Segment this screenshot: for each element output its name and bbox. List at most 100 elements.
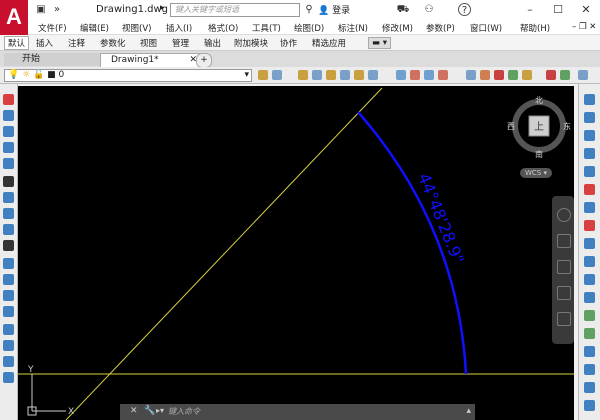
menu-format[interactable]: 格式(O): [208, 22, 238, 34]
tab-parametric[interactable]: 参数化: [100, 37, 126, 49]
layer-lock-icon[interactable]: [340, 70, 350, 80]
binoculars-icon[interactable]: ⚲: [302, 3, 316, 16]
menu-parameters[interactable]: 参数(P): [426, 22, 455, 34]
fillet-icon[interactable]: [3, 324, 14, 335]
right-tool-13-icon[interactable]: [584, 310, 595, 321]
tab-collaborate[interactable]: 协作: [280, 37, 297, 49]
layer-properties-icon[interactable]: [272, 70, 282, 80]
layer-iso-icon[interactable]: [298, 70, 308, 80]
tool-palettes-icon[interactable]: [508, 70, 518, 80]
tab-default[interactable]: 默认: [4, 36, 30, 50]
search-input[interactable]: 键入关键字或短语: [170, 3, 300, 17]
ribbon-toggle-icon[interactable]: ▬ ▾: [368, 37, 391, 49]
tab-annotate[interactable]: 注释: [68, 37, 85, 49]
more-icon[interactable]: »: [50, 3, 64, 16]
right-tool-15-icon[interactable]: [584, 346, 595, 357]
layer-match-icon[interactable]: [354, 70, 364, 80]
connect-icon[interactable]: ⚇: [422, 3, 436, 16]
tab-drawing1[interactable]: Drawing1* ✕: [100, 53, 202, 68]
layer-dropdown[interactable]: 💡 ☼ 🔓 ■ 0 ▾: [4, 69, 252, 82]
tab-view[interactable]: 视图: [140, 37, 157, 49]
right-tool-11-icon[interactable]: [584, 274, 595, 285]
break-icon[interactable]: [3, 274, 14, 285]
command-history-icon[interactable]: ▴: [466, 406, 471, 416]
close-icon[interactable]: ✕: [572, 0, 600, 20]
trim-icon[interactable]: [3, 240, 14, 251]
layer-off-icon[interactable]: [312, 70, 322, 80]
login-button[interactable]: 👤 登录: [318, 3, 350, 16]
menu-edit[interactable]: 编辑(E): [80, 22, 109, 34]
chamfer-icon[interactable]: [3, 306, 14, 317]
array-icon[interactable]: [3, 158, 14, 169]
menu-modify[interactable]: 修改(M): [382, 22, 413, 34]
mirror-icon[interactable]: [3, 126, 14, 137]
close-command-icon[interactable]: ✕: [130, 406, 138, 416]
right-tool-9-icon[interactable]: [584, 238, 595, 249]
zoom-previous-icon[interactable]: [410, 70, 420, 80]
rotate-icon[interactable]: [3, 192, 14, 203]
help-icon[interactable]: ?: [458, 3, 471, 16]
save-icon[interactable]: ▣: [34, 3, 48, 16]
sheet-set-icon[interactable]: [522, 70, 532, 80]
tab-addins[interactable]: 附加模块: [234, 37, 268, 49]
menu-insert[interactable]: 插入(I): [166, 22, 192, 34]
markup-icon[interactable]: [546, 70, 556, 80]
wcs-menu[interactable]: WCS ▾: [520, 168, 552, 178]
menu-file[interactable]: 文件(F): [38, 22, 67, 34]
right-tool-5-icon[interactable]: [584, 166, 595, 177]
right-tool-16-icon[interactable]: [584, 364, 595, 375]
right-tool-18-icon[interactable]: [584, 400, 595, 411]
app-logo[interactable]: A: [0, 0, 28, 35]
right-tool-1-icon[interactable]: [584, 94, 595, 105]
tab-insert[interactable]: 插入: [36, 37, 53, 49]
zoom-icon[interactable]: [557, 260, 571, 274]
maximize-icon[interactable]: ☐: [544, 0, 572, 20]
tab-manage[interactable]: 管理: [172, 37, 189, 49]
design-center-icon[interactable]: [494, 70, 504, 80]
right-tool-6-icon[interactable]: [584, 184, 595, 195]
toolbar-extra-icon[interactable]: [578, 70, 588, 80]
right-tool-2-icon[interactable]: [584, 112, 595, 123]
tab-featured-apps[interactable]: 精选应用: [312, 37, 346, 49]
spline-icon[interactable]: [3, 372, 14, 383]
right-tool-7-icon[interactable]: [584, 202, 595, 213]
right-tool-8-icon[interactable]: [584, 220, 595, 231]
menu-help[interactable]: 帮助(H): [520, 22, 550, 34]
layer-freeze-icon[interactable]: [326, 70, 336, 80]
move-icon[interactable]: [3, 176, 14, 187]
join-icon[interactable]: [3, 290, 14, 301]
properties-icon[interactable]: [466, 70, 476, 80]
right-tool-17-icon[interactable]: [584, 382, 595, 393]
showmotion-icon[interactable]: [557, 312, 571, 326]
orbit-icon[interactable]: [557, 286, 571, 300]
right-tool-4-icon[interactable]: [584, 148, 595, 159]
pan-icon[interactable]: [557, 234, 571, 248]
cart-icon[interactable]: ⛟: [396, 3, 410, 16]
recent-commands-icon[interactable]: ▸▾: [156, 406, 164, 415]
menu-window[interactable]: 窗口(W): [470, 22, 502, 34]
zoom-window-icon[interactable]: [396, 70, 406, 80]
extend-icon[interactable]: [3, 258, 14, 269]
command-line[interactable]: ✕ 🔧 ▸▾ 键入命令 ▴: [120, 404, 475, 420]
polyline-icon[interactable]: [3, 110, 14, 121]
blend-icon[interactable]: [3, 340, 14, 351]
menu-dimension[interactable]: 标注(N): [338, 22, 368, 34]
drawing-canvas[interactable]: 44°48'28.9" Y X: [18, 86, 574, 420]
offset-icon[interactable]: [3, 142, 14, 153]
right-tool-14-icon[interactable]: [584, 328, 595, 339]
quickcalc-icon[interactable]: [560, 70, 570, 80]
menu-view[interactable]: 视图(V): [122, 22, 151, 34]
right-tool-10-icon[interactable]: [584, 256, 595, 267]
viewcube[interactable]: 上 北 南 东 西: [506, 93, 572, 165]
right-tool-12-icon[interactable]: [584, 292, 595, 303]
explode-icon[interactable]: [3, 356, 14, 367]
angled-line[interactable]: [65, 87, 383, 420]
menu-tools[interactable]: 工具(T): [252, 22, 281, 34]
menu-draw[interactable]: 绘图(D): [294, 22, 324, 34]
stretch-icon[interactable]: [3, 224, 14, 235]
tab-output[interactable]: 输出: [204, 37, 221, 49]
layer-previous-icon[interactable]: [368, 70, 378, 80]
line-icon[interactable]: [3, 94, 14, 105]
wrench-icon[interactable]: 🔧: [144, 406, 155, 416]
zoom-all-icon[interactable]: [438, 70, 448, 80]
